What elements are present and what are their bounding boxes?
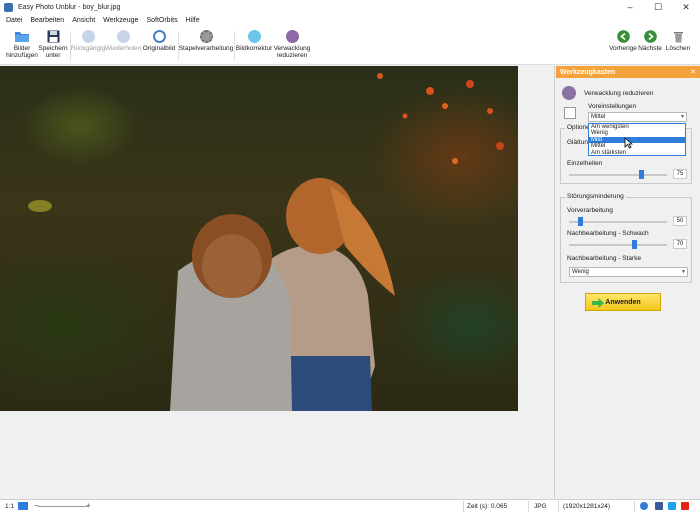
gear-icon bbox=[198, 29, 214, 43]
toolbox-close-icon[interactable]: ✕ bbox=[690, 68, 696, 76]
save-as-button[interactable]: Speichern unter bbox=[38, 29, 68, 59]
preprocessing-slider[interactable] bbox=[569, 217, 667, 226]
menu-bearbeiten[interactable]: Bearbeiten bbox=[30, 17, 64, 24]
photo-preview[interactable] bbox=[0, 66, 518, 411]
toolbox-title: Werkzeugkasten bbox=[560, 68, 616, 76]
post-weak-label: Nachbearbeitung - Schwach bbox=[567, 230, 649, 237]
next-label: Nächste bbox=[638, 45, 662, 52]
undo-icon bbox=[80, 29, 96, 43]
menu-datei[interactable]: Datei bbox=[6, 17, 22, 24]
boy-figure bbox=[170, 214, 292, 411]
fit-screen-icon[interactable] bbox=[18, 502, 28, 510]
berry-clusters bbox=[377, 73, 504, 164]
undo-label: Rückgängig bbox=[70, 45, 106, 52]
presets-icon bbox=[564, 107, 576, 119]
save-as-label: Speichern unter bbox=[38, 45, 68, 59]
menu-ansicht[interactable]: Ansicht bbox=[72, 17, 95, 24]
details-slider[interactable] bbox=[569, 170, 667, 179]
window-title: Easy Photo Unblur - boy_blur.jpg bbox=[18, 3, 121, 11]
delete-button[interactable]: Löschen bbox=[664, 29, 692, 52]
presets-select[interactable]: Mittel ▼ bbox=[588, 112, 687, 122]
maximize-button[interactable]: ☐ bbox=[644, 0, 672, 14]
mouse-cursor-icon bbox=[624, 137, 633, 149]
image-size: (1920x1281x24) bbox=[563, 503, 610, 510]
noise-reduction-label: Störungsminderung bbox=[565, 193, 626, 200]
menu-werkzeuge[interactable]: Werkzeuge bbox=[103, 17, 138, 24]
status-bar: 1:1 − + Zeit (s): 0.065 JPG (1920x1281x2… bbox=[0, 499, 700, 512]
presets-dropdown-list: Am wenigsten Wenig Mild Mittel Am stärks… bbox=[588, 123, 686, 156]
post-weak-slider[interactable] bbox=[569, 240, 667, 249]
shake-button[interactable]: Verwacklung reduzieren bbox=[272, 29, 312, 59]
close-button[interactable]: ✕ bbox=[672, 0, 700, 14]
delete-label: Löschen bbox=[665, 45, 691, 52]
apply-label: Anwenden bbox=[605, 298, 641, 306]
menu-hilfe[interactable]: Hilfe bbox=[186, 17, 200, 24]
presets-select-value: Mittel bbox=[591, 114, 606, 120]
correction-label: Bildkorrektur bbox=[235, 45, 273, 52]
next-button[interactable]: Nächste bbox=[636, 29, 664, 52]
arrow-right-icon bbox=[642, 29, 658, 43]
zoom-in-icon[interactable]: + bbox=[86, 501, 91, 510]
redo-button[interactable]: Wiederholen bbox=[104, 29, 142, 52]
arrow-right-icon bbox=[592, 298, 604, 308]
zoom-out-icon[interactable]: − bbox=[34, 501, 39, 510]
preprocessing-label: Vorverarbeitung bbox=[567, 207, 613, 214]
preset-option[interactable]: Am stärksten bbox=[589, 150, 685, 156]
correction-button[interactable]: Bildkorrektur bbox=[236, 29, 272, 52]
original-button[interactable]: Originalbild bbox=[142, 29, 176, 52]
zoom-ratio[interactable]: 1:1 bbox=[5, 503, 14, 510]
prev-button[interactable]: Vorherige bbox=[608, 29, 638, 52]
presets-label: Voreinstellungen bbox=[588, 103, 637, 110]
folder-icon bbox=[14, 29, 30, 43]
facebook-icon[interactable] bbox=[655, 502, 663, 510]
image-format: JPG bbox=[534, 503, 547, 510]
toolbox-header: Werkzeugkasten ✕ bbox=[556, 66, 700, 78]
info-icon[interactable] bbox=[640, 502, 648, 510]
app-icon bbox=[4, 2, 13, 12]
post-strong-select-value: Wenig bbox=[572, 269, 589, 275]
redo-icon bbox=[115, 29, 131, 43]
preprocessing-slider-thumb[interactable] bbox=[578, 217, 583, 226]
arrow-left-icon bbox=[615, 29, 631, 43]
details-label: Einzelheiten bbox=[567, 160, 603, 167]
shake-icon bbox=[284, 29, 300, 43]
shake-label: Verwacklung reduzieren bbox=[273, 45, 311, 59]
undo-button[interactable]: Rückgängig bbox=[70, 29, 106, 52]
redo-label: Wiederholen bbox=[104, 45, 142, 52]
post-strong-label: Nachbearbeitung - Starke bbox=[567, 255, 642, 262]
minimize-button[interactable]: – bbox=[616, 0, 644, 14]
youtube-icon[interactable] bbox=[681, 502, 689, 510]
snowflake-icon bbox=[246, 29, 262, 43]
tool-name: Verwacklung reduzieren bbox=[584, 90, 654, 97]
preprocessing-value[interactable]: 50 bbox=[673, 216, 687, 226]
toolbar: Bilder hinzufügen Speichern unter Rückgä… bbox=[0, 27, 700, 65]
post-strong-select[interactable]: Wenig ▼ bbox=[569, 267, 688, 277]
batch-button[interactable]: Stapelverarbeitung bbox=[178, 29, 234, 52]
menu-softorbits[interactable]: SoftOrbits bbox=[146, 17, 177, 24]
menu-bar: Datei Bearbeiten Ansicht Werkzeuge SoftO… bbox=[0, 14, 700, 27]
noise-reduction-group: Störungsminderung Vorverarbeitung 50 Nac… bbox=[560, 193, 692, 283]
shake-tool-icon bbox=[562, 86, 576, 100]
post-weak-value[interactable]: 70 bbox=[673, 239, 687, 249]
details-slider-thumb[interactable] bbox=[639, 170, 644, 179]
zoom-slider[interactable] bbox=[38, 506, 88, 507]
canvas-area[interactable] bbox=[0, 66, 555, 498]
chevron-down-icon: ▼ bbox=[681, 269, 686, 275]
chevron-down-icon: ▼ bbox=[680, 114, 685, 120]
floppy-icon bbox=[45, 29, 61, 43]
apply-button[interactable]: Anwenden bbox=[585, 293, 661, 311]
post-weak-slider-thumb[interactable] bbox=[632, 240, 637, 249]
title-bar: Easy Photo Unblur - boy_blur.jpg – ☐ ✕ bbox=[0, 0, 700, 14]
processing-time: Zeit (s): 0.065 bbox=[467, 503, 508, 510]
prev-label: Vorherige bbox=[609, 45, 637, 52]
original-label: Originalbild bbox=[142, 45, 176, 52]
trash-icon bbox=[670, 29, 686, 43]
twitter-icon[interactable] bbox=[668, 502, 676, 510]
add-images-button[interactable]: Bilder hinzufügen bbox=[4, 29, 40, 59]
history-icon bbox=[151, 29, 167, 43]
batch-label: Stapelverarbeitung bbox=[178, 45, 234, 52]
details-value[interactable]: 75 bbox=[673, 169, 687, 179]
add-images-label: Bilder hinzufügen bbox=[6, 45, 38, 59]
